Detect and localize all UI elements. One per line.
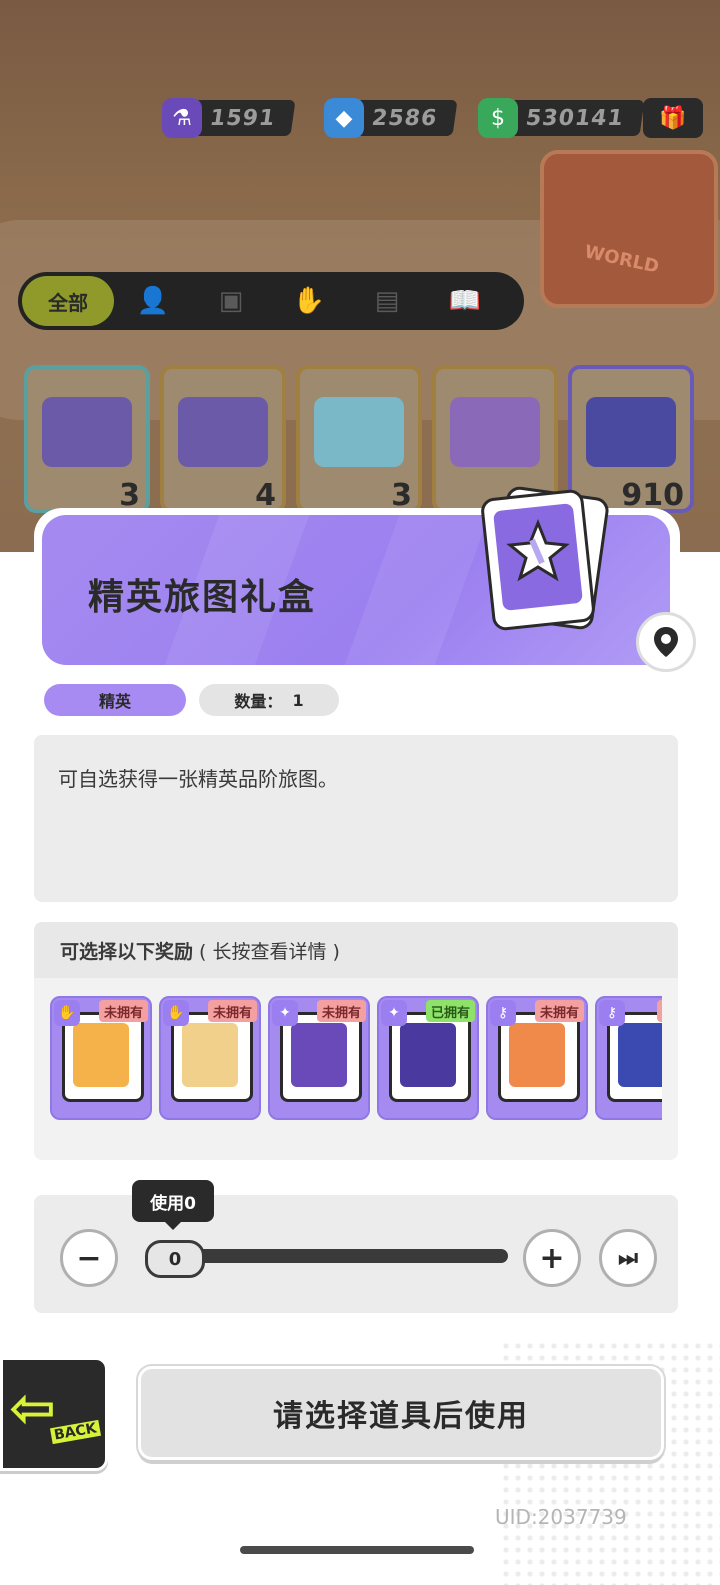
reward-selection-box: 可选择以下奖励 ( 长按查看详情 ) ✋ 未拥有 ✋ 未拥有 ✦ 未拥有 ✦ 已…	[34, 922, 678, 1160]
reward-card[interactable]: ✦ 未拥有	[268, 996, 370, 1120]
ownership-badge: 已拥有	[425, 1000, 475, 1022]
inventory-item[interactable]: 4	[160, 365, 286, 513]
category-filter-bar: 全部 👤 ▣ ✋ ▤ 📖	[18, 272, 524, 330]
description-box: 可自选获得一张精英品阶旅图。	[34, 735, 678, 902]
travel-card-icon	[481, 486, 609, 631]
currency-potion: ⚗ 1591	[162, 98, 296, 138]
reward-header-hint: ( 长按查看详情 )	[199, 940, 340, 963]
reward-card[interactable]: ✋ 未拥有	[159, 996, 261, 1120]
travel-box-icon[interactable]: WORLD	[540, 150, 718, 308]
ownership-badge: 未拥有	[207, 1000, 257, 1022]
slider-knob[interactable]: 0	[145, 1240, 205, 1278]
card-icon[interactable]: ▤	[348, 276, 426, 326]
use-count-tooltip: 使用0	[132, 1180, 214, 1230]
potion-icon: ⚗	[162, 98, 202, 138]
reward-card[interactable]: ⚷ 未拥	[595, 996, 662, 1120]
max-button[interactable]: ⏭	[599, 1229, 657, 1287]
gun-icon: ✦	[381, 1000, 407, 1026]
reward-card[interactable]: ⚷ 未拥有	[486, 996, 588, 1120]
diamond-icon: ◆	[324, 98, 364, 138]
key-icon: ⚷	[599, 1000, 625, 1026]
reward-header-title: 可选择以下奖励	[60, 940, 194, 963]
person-icon[interactable]: 👤	[114, 276, 192, 326]
inventory-item[interactable]: 3	[296, 365, 422, 513]
hand-icon: ✋	[163, 1000, 189, 1026]
tab-all[interactable]: 全部	[22, 276, 114, 326]
user-id: UID:2037739	[495, 1505, 627, 1529]
minus-button[interactable]: −	[60, 1229, 118, 1287]
gift-box-icon[interactable]: 🎁	[643, 98, 703, 138]
reward-card[interactable]: ✦ 已拥有	[377, 996, 479, 1120]
use-item-button[interactable]: 请选择道具后使用	[138, 1366, 664, 1460]
ownership-badge: 未拥有	[534, 1000, 584, 1022]
home-indicator[interactable]	[240, 1546, 474, 1554]
back-arrow-icon: ⇦	[9, 1376, 56, 1441]
quantity-value: 1	[292, 690, 304, 710]
plus-button[interactable]: +	[523, 1229, 581, 1287]
quantity-label: 数量：	[234, 692, 283, 711]
box-icon[interactable]: ▣	[192, 276, 270, 326]
item-title: 精英旅图礼盒	[88, 577, 317, 618]
rarity-badge: 精英	[44, 684, 186, 716]
hand-icon: ✋	[54, 1000, 80, 1026]
reward-list[interactable]: ✋ 未拥有 ✋ 未拥有 ✦ 未拥有 ✦ 已拥有 ⚷ 未拥有 ⚷ 未拥	[50, 996, 662, 1120]
gun-icon: ✦	[272, 1000, 298, 1026]
book-icon[interactable]: 📖	[426, 276, 504, 326]
reward-header: 可选择以下奖励 ( 长按查看详情 )	[34, 922, 678, 978]
ownership-badge: 未拥	[656, 1000, 662, 1022]
cash-icon: $	[478, 98, 518, 138]
hand-icon[interactable]: ✋	[270, 276, 348, 326]
key-icon: ⚷	[490, 1000, 516, 1026]
ownership-badge: 未拥有	[316, 1000, 366, 1022]
inventory-item[interactable]: 3	[24, 365, 150, 513]
location-icon[interactable]	[636, 612, 696, 672]
currency-cash: $ 530141	[478, 98, 645, 138]
reward-card[interactable]: ✋ 未拥有	[50, 996, 152, 1120]
currency-diamond: ◆ 2586	[324, 98, 458, 138]
back-label: BACK	[49, 1419, 101, 1445]
back-button[interactable]: ⇦ BACK	[0, 1357, 108, 1471]
item-description: 可自选获得一张精英品阶旅图。	[58, 767, 338, 791]
ownership-badge: 未拥有	[98, 1000, 148, 1022]
quantity-badge: 数量： 1	[199, 684, 339, 716]
